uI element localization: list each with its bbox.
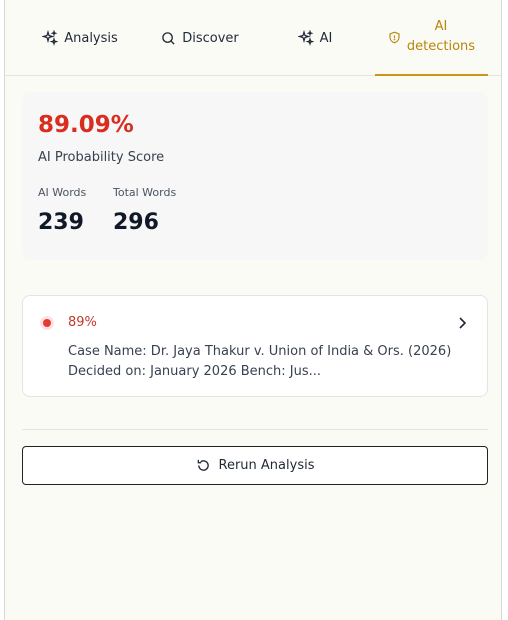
- tab-analysis-label: Analysis: [64, 30, 118, 46]
- total-words-value: 296: [113, 210, 159, 235]
- ai-words-label: AI Words: [38, 186, 87, 199]
- ai-probability-score: 89.09%: [38, 112, 134, 138]
- tab-ai-detections[interactable]: AI detections: [375, 0, 488, 76]
- search-icon: [162, 31, 175, 45]
- score-card: 89.09% AI Probability Score AI Words 239…: [22, 92, 488, 260]
- ai-words-value: 239: [38, 210, 84, 235]
- chevron-right-icon[interactable]: [457, 316, 469, 330]
- tab-analysis[interactable]: Analysis: [35, 0, 125, 76]
- rerun-analysis-label: Rerun Analysis: [218, 458, 315, 473]
- rerun-analysis-button[interactable]: Rerun Analysis: [22, 446, 488, 485]
- refresh-icon: [197, 459, 209, 471]
- total-words-label: Total Words: [113, 186, 177, 199]
- tab-ai-detections-label-line2: detections: [406, 39, 476, 54]
- panel-footer-area: [5, 500, 501, 620]
- status-dot-icon: [40, 316, 54, 330]
- sparkles-icon: [42, 30, 59, 46]
- ai-probability-score-label: AI Probability Score: [38, 150, 165, 165]
- shield-icon: [389, 31, 400, 43]
- tab-discover-label: Discover: [182, 30, 239, 46]
- tab-bar: Analysis Discover AI AI detections: [5, 0, 501, 76]
- tab-ai-detections-label-line1: AI: [434, 19, 448, 34]
- tab-ai-label: AI: [319, 30, 333, 46]
- ai-detection-panel: Analysis Discover AI AI detections 89.09…: [4, 0, 502, 620]
- tab-discover[interactable]: Discover: [155, 0, 245, 76]
- result-percent: 89%: [68, 315, 97, 330]
- tab-ai[interactable]: AI: [290, 0, 340, 76]
- divider: [22, 429, 488, 430]
- detection-result-card[interactable]: 89% Case Name: Dr. Jaya Thakur v. Union …: [22, 295, 488, 397]
- sparkles-icon: [297, 30, 314, 46]
- result-description: Case Name: Dr. Jaya Thakur v. Union of I…: [68, 344, 452, 379]
- tab-ai-detections-label: AI detections: [407, 17, 475, 57]
